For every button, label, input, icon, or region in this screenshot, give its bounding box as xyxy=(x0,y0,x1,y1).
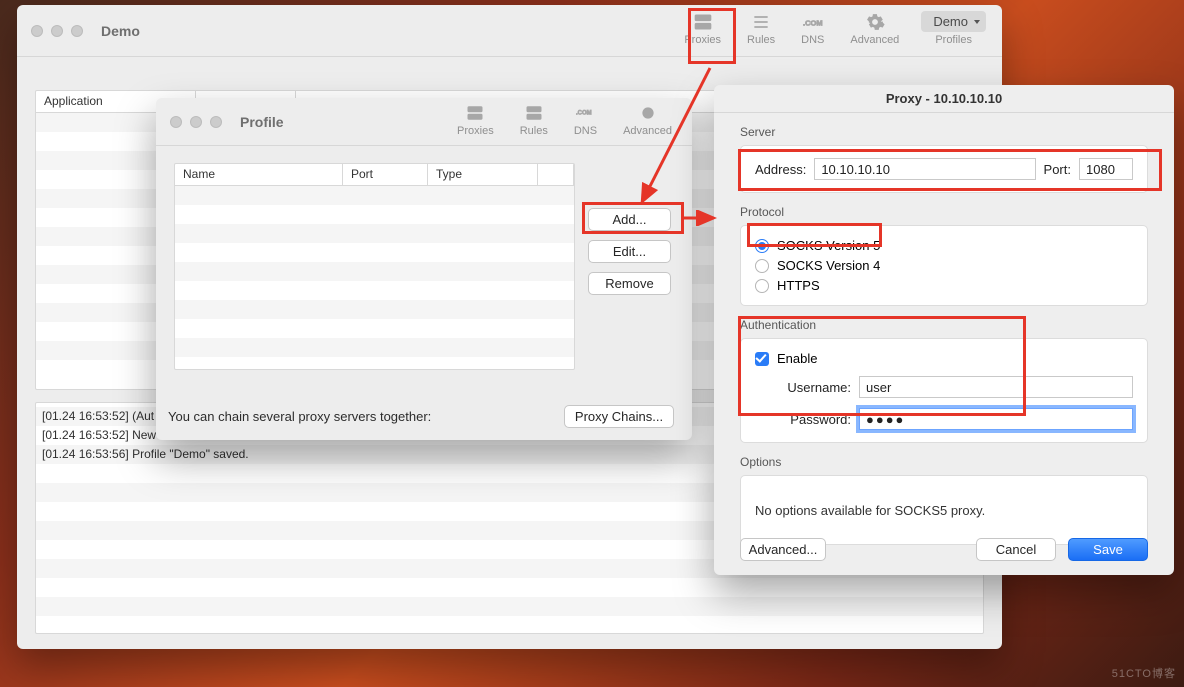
username-label: Username: xyxy=(755,380,851,395)
window-title: Demo xyxy=(101,23,140,39)
svg-text:.COM: .COM xyxy=(803,18,823,27)
port-input[interactable] xyxy=(1079,158,1133,180)
svg-text:.COM: .COM xyxy=(576,111,592,117)
toolbar-dns[interactable]: .COM DNS xyxy=(570,102,601,137)
toolbar-label: Proxies xyxy=(457,125,494,137)
radio-socks4[interactable]: SOCKS Version 4 xyxy=(755,258,1133,273)
radio-https[interactable]: HTTPS xyxy=(755,278,1133,293)
list-icon xyxy=(750,11,772,33)
table-body xyxy=(175,186,574,357)
chain-hint: You can chain several proxy servers toge… xyxy=(168,409,431,424)
toolbar-proxies[interactable]: Proxies xyxy=(680,11,725,46)
col[interactable] xyxy=(538,164,574,186)
toolbar-rules[interactable]: Rules xyxy=(743,11,779,46)
zoom-dot[interactable] xyxy=(71,25,83,37)
protocol-label: Protocol xyxy=(740,205,1148,219)
radio-icon xyxy=(755,259,769,273)
checkbox-label: Enable xyxy=(777,351,817,366)
radio-icon xyxy=(755,239,769,253)
gear-icon xyxy=(864,11,886,33)
options-box: No options available for SOCKS5 proxy. xyxy=(740,475,1148,545)
traffic-lights xyxy=(170,116,222,128)
checkbox-icon xyxy=(755,352,769,366)
toolbar-rules[interactable]: Rules xyxy=(516,102,552,137)
toolbar-advanced[interactable]: Advanced xyxy=(846,11,903,46)
window-title: Profile xyxy=(240,114,284,130)
profiles-pill[interactable]: Demo xyxy=(921,11,986,32)
server-box: Address: Port: xyxy=(740,145,1148,193)
toolbar-label: Profiles xyxy=(935,34,972,46)
port-label: Port: xyxy=(1044,162,1071,177)
dns-icon: .COM xyxy=(574,102,596,124)
profile-window: Profile Proxies Rules .COM DNS Advanced … xyxy=(156,98,692,440)
close-dot[interactable] xyxy=(170,116,182,128)
dialog-title: Proxy - 10.10.10.10 xyxy=(714,85,1174,113)
save-button[interactable]: Save xyxy=(1068,538,1148,561)
options-message: No options available for SOCKS5 proxy. xyxy=(755,503,985,518)
toolbar-profile: Proxies Rules .COM DNS Advanced xyxy=(453,98,692,145)
toolbar-advanced[interactable]: Advanced xyxy=(619,102,676,137)
proxy-dialog: Proxy - 10.10.10.10 Server Address: Port… xyxy=(714,85,1174,575)
toolbar-label: Advanced xyxy=(623,125,672,137)
radio-icon xyxy=(755,279,769,293)
toolbar-proxies[interactable]: Proxies xyxy=(453,102,498,137)
server-label: Server xyxy=(740,125,1148,139)
server-icon xyxy=(692,11,714,33)
password-input[interactable] xyxy=(859,408,1133,430)
radio-label: HTTPS xyxy=(777,278,820,293)
cancel-button[interactable]: Cancel xyxy=(976,538,1056,561)
toolbar-label: Rules xyxy=(747,34,775,46)
toolbar-label: Advanced xyxy=(850,34,899,46)
minimize-dot[interactable] xyxy=(51,25,63,37)
col-type[interactable]: Type xyxy=(428,164,538,186)
auth-box: Enable Username: Password: xyxy=(740,338,1148,443)
advanced-button[interactable]: Advanced... xyxy=(740,538,826,561)
edit-button[interactable]: Edit... xyxy=(588,240,671,263)
radio-label: SOCKS Version 5 xyxy=(777,238,880,253)
server-icon xyxy=(464,102,486,124)
titlebar-main: Demo Proxies Rules .COM DNS xyxy=(17,5,1002,57)
toolbar-label: Proxies xyxy=(684,34,721,46)
password-label: Password: xyxy=(755,412,851,427)
address-input[interactable] xyxy=(814,158,1035,180)
traffic-lights xyxy=(31,25,83,37)
col-name[interactable]: Name xyxy=(175,164,343,186)
profiles-selector[interactable]: Demo Profiles xyxy=(921,11,986,46)
toolbar-label: DNS xyxy=(574,125,597,137)
titlebar-profile: Profile Proxies Rules .COM DNS Advanced xyxy=(156,98,692,146)
add-button[interactable]: Add... xyxy=(588,208,671,231)
auth-enable[interactable]: Enable xyxy=(755,351,1133,366)
toolbar-dns[interactable]: .COM DNS xyxy=(797,11,828,46)
address-label: Address: xyxy=(755,162,806,177)
username-input[interactable] xyxy=(859,376,1133,398)
minimize-dot[interactable] xyxy=(190,116,202,128)
dns-icon: .COM xyxy=(802,11,824,33)
auth-label: Authentication xyxy=(740,318,1148,332)
toolbar-main: Proxies Rules .COM DNS Advanced xyxy=(680,5,1002,56)
radio-label: SOCKS Version 4 xyxy=(777,258,880,273)
radio-socks5[interactable]: SOCKS Version 5 xyxy=(755,238,1133,253)
protocol-box: SOCKS Version 5 SOCKS Version 4 HTTPS xyxy=(740,225,1148,306)
toolbar-label: Rules xyxy=(520,125,548,137)
proxy-list: Name Port Type xyxy=(174,163,575,370)
options-label: Options xyxy=(740,455,1148,469)
watermark: 51CTO博客 xyxy=(1112,665,1176,681)
toolbar-label: DNS xyxy=(801,34,824,46)
close-dot[interactable] xyxy=(31,25,43,37)
zoom-dot[interactable] xyxy=(210,116,222,128)
remove-button[interactable]: Remove xyxy=(588,272,671,295)
table-header: Name Port Type xyxy=(175,164,574,186)
list-icon xyxy=(523,102,545,124)
proxy-chains-button[interactable]: Proxy Chains... xyxy=(564,405,674,428)
gear-icon xyxy=(637,102,659,124)
col-port[interactable]: Port xyxy=(343,164,428,186)
